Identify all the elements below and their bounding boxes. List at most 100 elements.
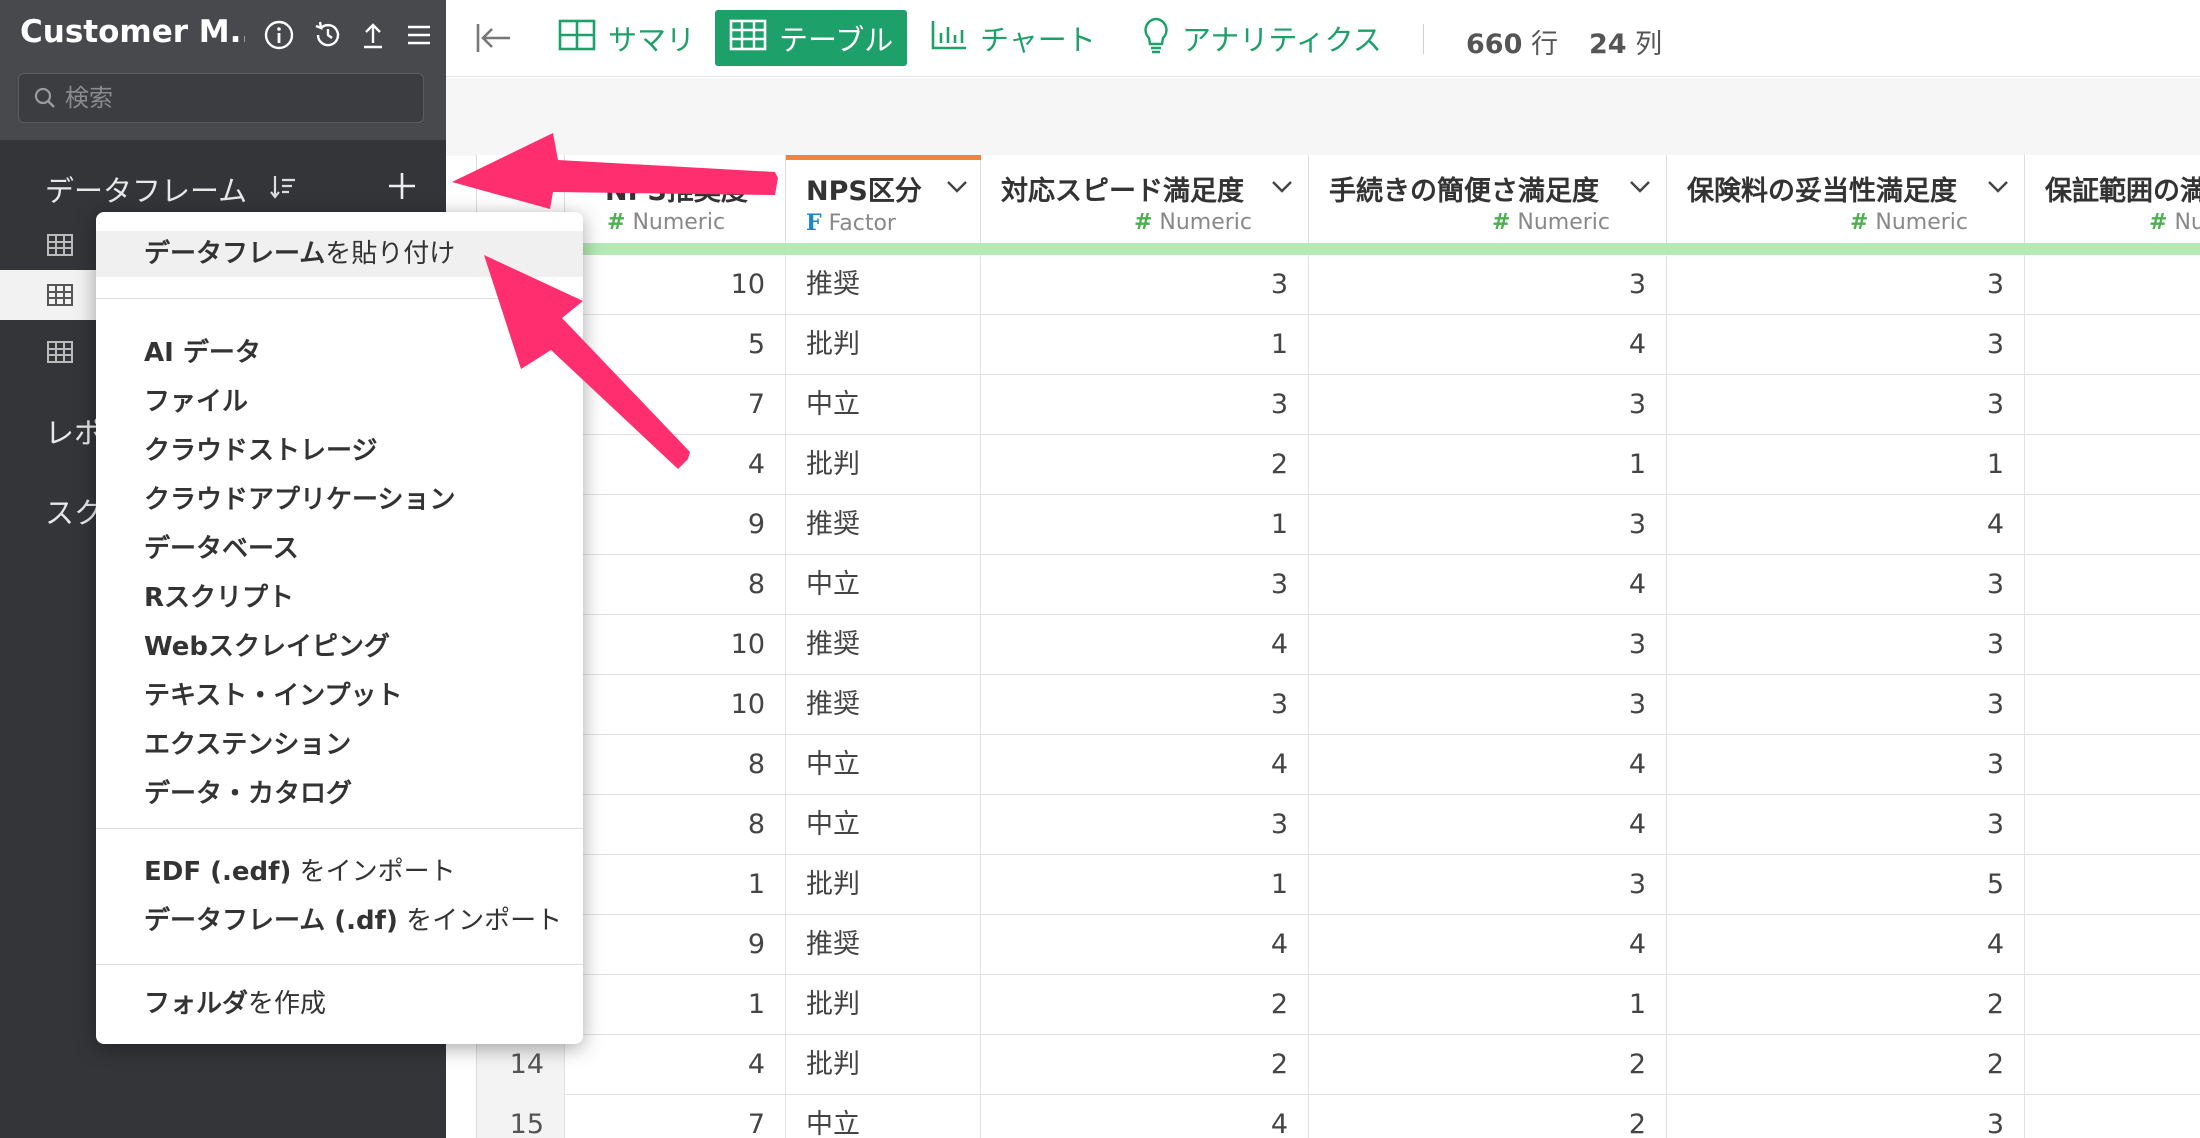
table-cell[interactable]: 1: [981, 495, 1309, 555]
table-cell[interactable]: 1: [565, 855, 786, 915]
project-title[interactable]: Customer M...: [20, 14, 245, 50]
table-cell[interactable]: 3: [981, 795, 1309, 855]
table-cell[interactable]: 推奨: [786, 615, 981, 675]
table-cell[interactable]: 2: [1309, 1095, 1667, 1138]
table-cell[interactable]: [2025, 975, 2200, 1035]
table-cell[interactable]: 3: [1667, 315, 2025, 375]
table-cell[interactable]: 1: [981, 855, 1309, 915]
menu-item-source[interactable]: クラウドストレージ: [96, 428, 583, 474]
tab-summary[interactable]: サマリ: [544, 10, 709, 66]
table-cell[interactable]: 4: [1667, 495, 2025, 555]
tab-analytics[interactable]: アナリティクス: [1128, 10, 1396, 66]
table-cell[interactable]: 10: [565, 675, 786, 735]
table-cell[interactable]: 2: [1309, 1035, 1667, 1095]
table-cell[interactable]: 1: [565, 975, 786, 1035]
table-cell[interactable]: [2025, 1095, 2200, 1138]
table-cell[interactable]: [2025, 495, 2200, 555]
table-cell[interactable]: 4: [981, 735, 1309, 795]
column-header-procedure-ease[interactable]: 手続きの簡便さ満足度 # Numeric: [1309, 155, 1667, 251]
export-icon[interactable]: [356, 18, 390, 52]
table-cell[interactable]: 中立: [786, 735, 981, 795]
table-row[interactable]: 10 推奨 4 3 3: [477, 615, 2200, 675]
table-cell[interactable]: 1: [1309, 435, 1667, 495]
table-cell[interactable]: 4: [565, 1035, 786, 1095]
table-cell[interactable]: 3: [1667, 615, 2025, 675]
table-cell[interactable]: 批判: [786, 855, 981, 915]
column-header-nps-category[interactable]: NPS区分 F Factor: [786, 155, 981, 251]
table-row[interactable]: 1 批判 2 1 2: [477, 975, 2200, 1035]
table-cell[interactable]: [2025, 735, 2200, 795]
table-cell[interactable]: 4: [1309, 795, 1667, 855]
chevron-down-icon[interactable]: [1271, 179, 1293, 198]
sort-icon[interactable]: [268, 172, 298, 206]
table-cell[interactable]: [2025, 255, 2200, 315]
column-header-nps-score[interactable]: NPS推奨度 # Numeric: [565, 155, 786, 251]
table-cell[interactable]: [2025, 915, 2200, 975]
table-cell[interactable]: 4: [981, 615, 1309, 675]
table-cell[interactable]: 10: [565, 255, 786, 315]
chevron-down-icon[interactable]: [946, 179, 968, 198]
column-header-premium-fairness[interactable]: 保険料の妥当性満足度 # Numeric: [1667, 155, 2025, 251]
chevron-down-icon[interactable]: [755, 179, 777, 198]
menu-item-source[interactable]: データベース: [96, 526, 583, 572]
table-cell[interactable]: 9: [565, 915, 786, 975]
hamburger-menu-icon[interactable]: [402, 18, 436, 52]
table-cell[interactable]: 4: [1309, 555, 1667, 615]
table-row[interactable]: 8 中立 4 4 3: [477, 735, 2200, 795]
menu-item-source[interactable]: クラウドアプリケーション: [96, 477, 583, 523]
table-cell[interactable]: 批判: [786, 435, 981, 495]
table-cell[interactable]: 4: [1309, 315, 1667, 375]
table-cell[interactable]: 批判: [786, 315, 981, 375]
table-cell[interactable]: 3: [1309, 675, 1667, 735]
chevron-down-icon[interactable]: [1629, 179, 1651, 198]
table-cell[interactable]: 8: [565, 555, 786, 615]
table-cell[interactable]: 3: [1667, 1095, 2025, 1138]
table-cell[interactable]: 2: [981, 975, 1309, 1035]
table-row[interactable]: 8 中立 3 4 3: [477, 555, 2200, 615]
table-cell[interactable]: [2025, 1035, 2200, 1095]
dataframes-section-title[interactable]: データフレーム: [45, 168, 247, 210]
table-row[interactable]: 9 推奨 4 4 4: [477, 915, 2200, 975]
table-row[interactable]: 9 推奨 1 3 4: [477, 495, 2200, 555]
table-cell[interactable]: 3: [1667, 675, 2025, 735]
table-cell[interactable]: 3: [981, 375, 1309, 435]
table-cell[interactable]: 3: [1309, 375, 1667, 435]
table-cell[interactable]: 批判: [786, 975, 981, 1035]
table-cell[interactable]: 3: [1309, 855, 1667, 915]
table-cell[interactable]: 7: [565, 1095, 786, 1138]
collapse-sidebar-icon[interactable]: [474, 20, 514, 60]
table-cell[interactable]: 3: [981, 555, 1309, 615]
column-header-response-speed[interactable]: 対応スピード満足度 # Numeric: [981, 155, 1309, 251]
table-cell[interactable]: 3: [1667, 795, 2025, 855]
table-cell[interactable]: 4: [1667, 915, 2025, 975]
table-cell[interactable]: [2025, 315, 2200, 375]
menu-item-source[interactable]: Rスクリプト: [96, 575, 583, 621]
menu-item-create-folder[interactable]: フォルダを作成: [96, 981, 583, 1027]
table-cell[interactable]: 1: [1667, 435, 2025, 495]
menu-item-source[interactable]: エクステンション: [96, 722, 583, 768]
table-cell[interactable]: 5: [565, 315, 786, 375]
menu-item-source[interactable]: Webスクレイピング: [96, 624, 583, 670]
table-cell[interactable]: [2025, 855, 2200, 915]
table-cell[interactable]: 推奨: [786, 495, 981, 555]
table-cell[interactable]: 10: [565, 615, 786, 675]
scripts-section-title[interactable]: スク: [45, 490, 103, 532]
table-cell[interactable]: 3: [1667, 255, 2025, 315]
table-cell[interactable]: 3: [981, 675, 1309, 735]
table-cell[interactable]: 3: [1667, 555, 2025, 615]
table-cell[interactable]: 2: [1667, 975, 2025, 1035]
table-row[interactable]: 8 中立 3 4 3: [477, 795, 2200, 855]
table-cell[interactable]: 3: [1309, 255, 1667, 315]
add-dataframe-icon[interactable]: [386, 170, 418, 206]
table-row[interactable]: 14 4 批判 2 2 2: [477, 1035, 2200, 1095]
menu-item-paste-dataframe[interactable]: データフレームを貼り付け: [96, 231, 583, 277]
table-cell[interactable]: 9: [565, 495, 786, 555]
table-cell[interactable]: [2025, 675, 2200, 735]
table-cell[interactable]: [2025, 555, 2200, 615]
reports-section-title[interactable]: レポ: [45, 410, 103, 452]
table-cell[interactable]: [2025, 615, 2200, 675]
column-header-coverage[interactable]: 保証範囲の満 # Nu: [2025, 155, 2200, 251]
menu-item-source[interactable]: AI データ: [96, 330, 583, 376]
table-cell[interactable]: 3: [1309, 615, 1667, 675]
history-icon[interactable]: [311, 18, 345, 52]
